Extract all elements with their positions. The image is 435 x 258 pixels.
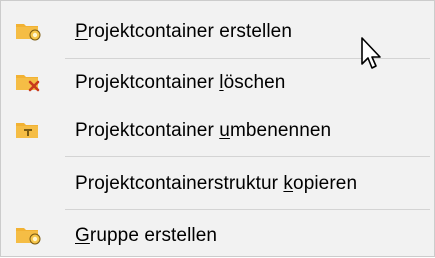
menu-item-label: Gruppe erstellen (75, 225, 218, 246)
folder-rename-icon (16, 123, 38, 138)
menu-item-copy-structure[interactable]: Projektcontainerstruktur kopieren (1, 162, 434, 206)
menu-separator (65, 209, 430, 210)
menu-item-rename-project-container[interactable]: Projektcontainer umbenennen (1, 109, 434, 153)
menu-item-label: Projektcontainer erstellen (75, 21, 292, 42)
menu-item-label: Projektcontainer löschen (75, 72, 286, 93)
context-menu: Projektcontainer erstellen Projektcontai… (0, 0, 435, 257)
folder-group-new-icon (16, 228, 41, 245)
menu-item-label: Projektcontainer umbenennen (75, 120, 332, 141)
menu-item-create-project-container[interactable]: Projektcontainer erstellen (1, 10, 434, 54)
menu-item-delete-project-container[interactable]: Projektcontainer löschen (1, 61, 434, 105)
menu-separator (65, 58, 430, 59)
menu-item-label: Projektcontainerstruktur kopieren (75, 173, 358, 194)
menu-item-create-group[interactable]: Gruppe erstellen (1, 214, 434, 258)
menu-separator (65, 156, 430, 157)
folder-delete-icon (16, 75, 40, 92)
folder-new-icon (16, 24, 41, 41)
